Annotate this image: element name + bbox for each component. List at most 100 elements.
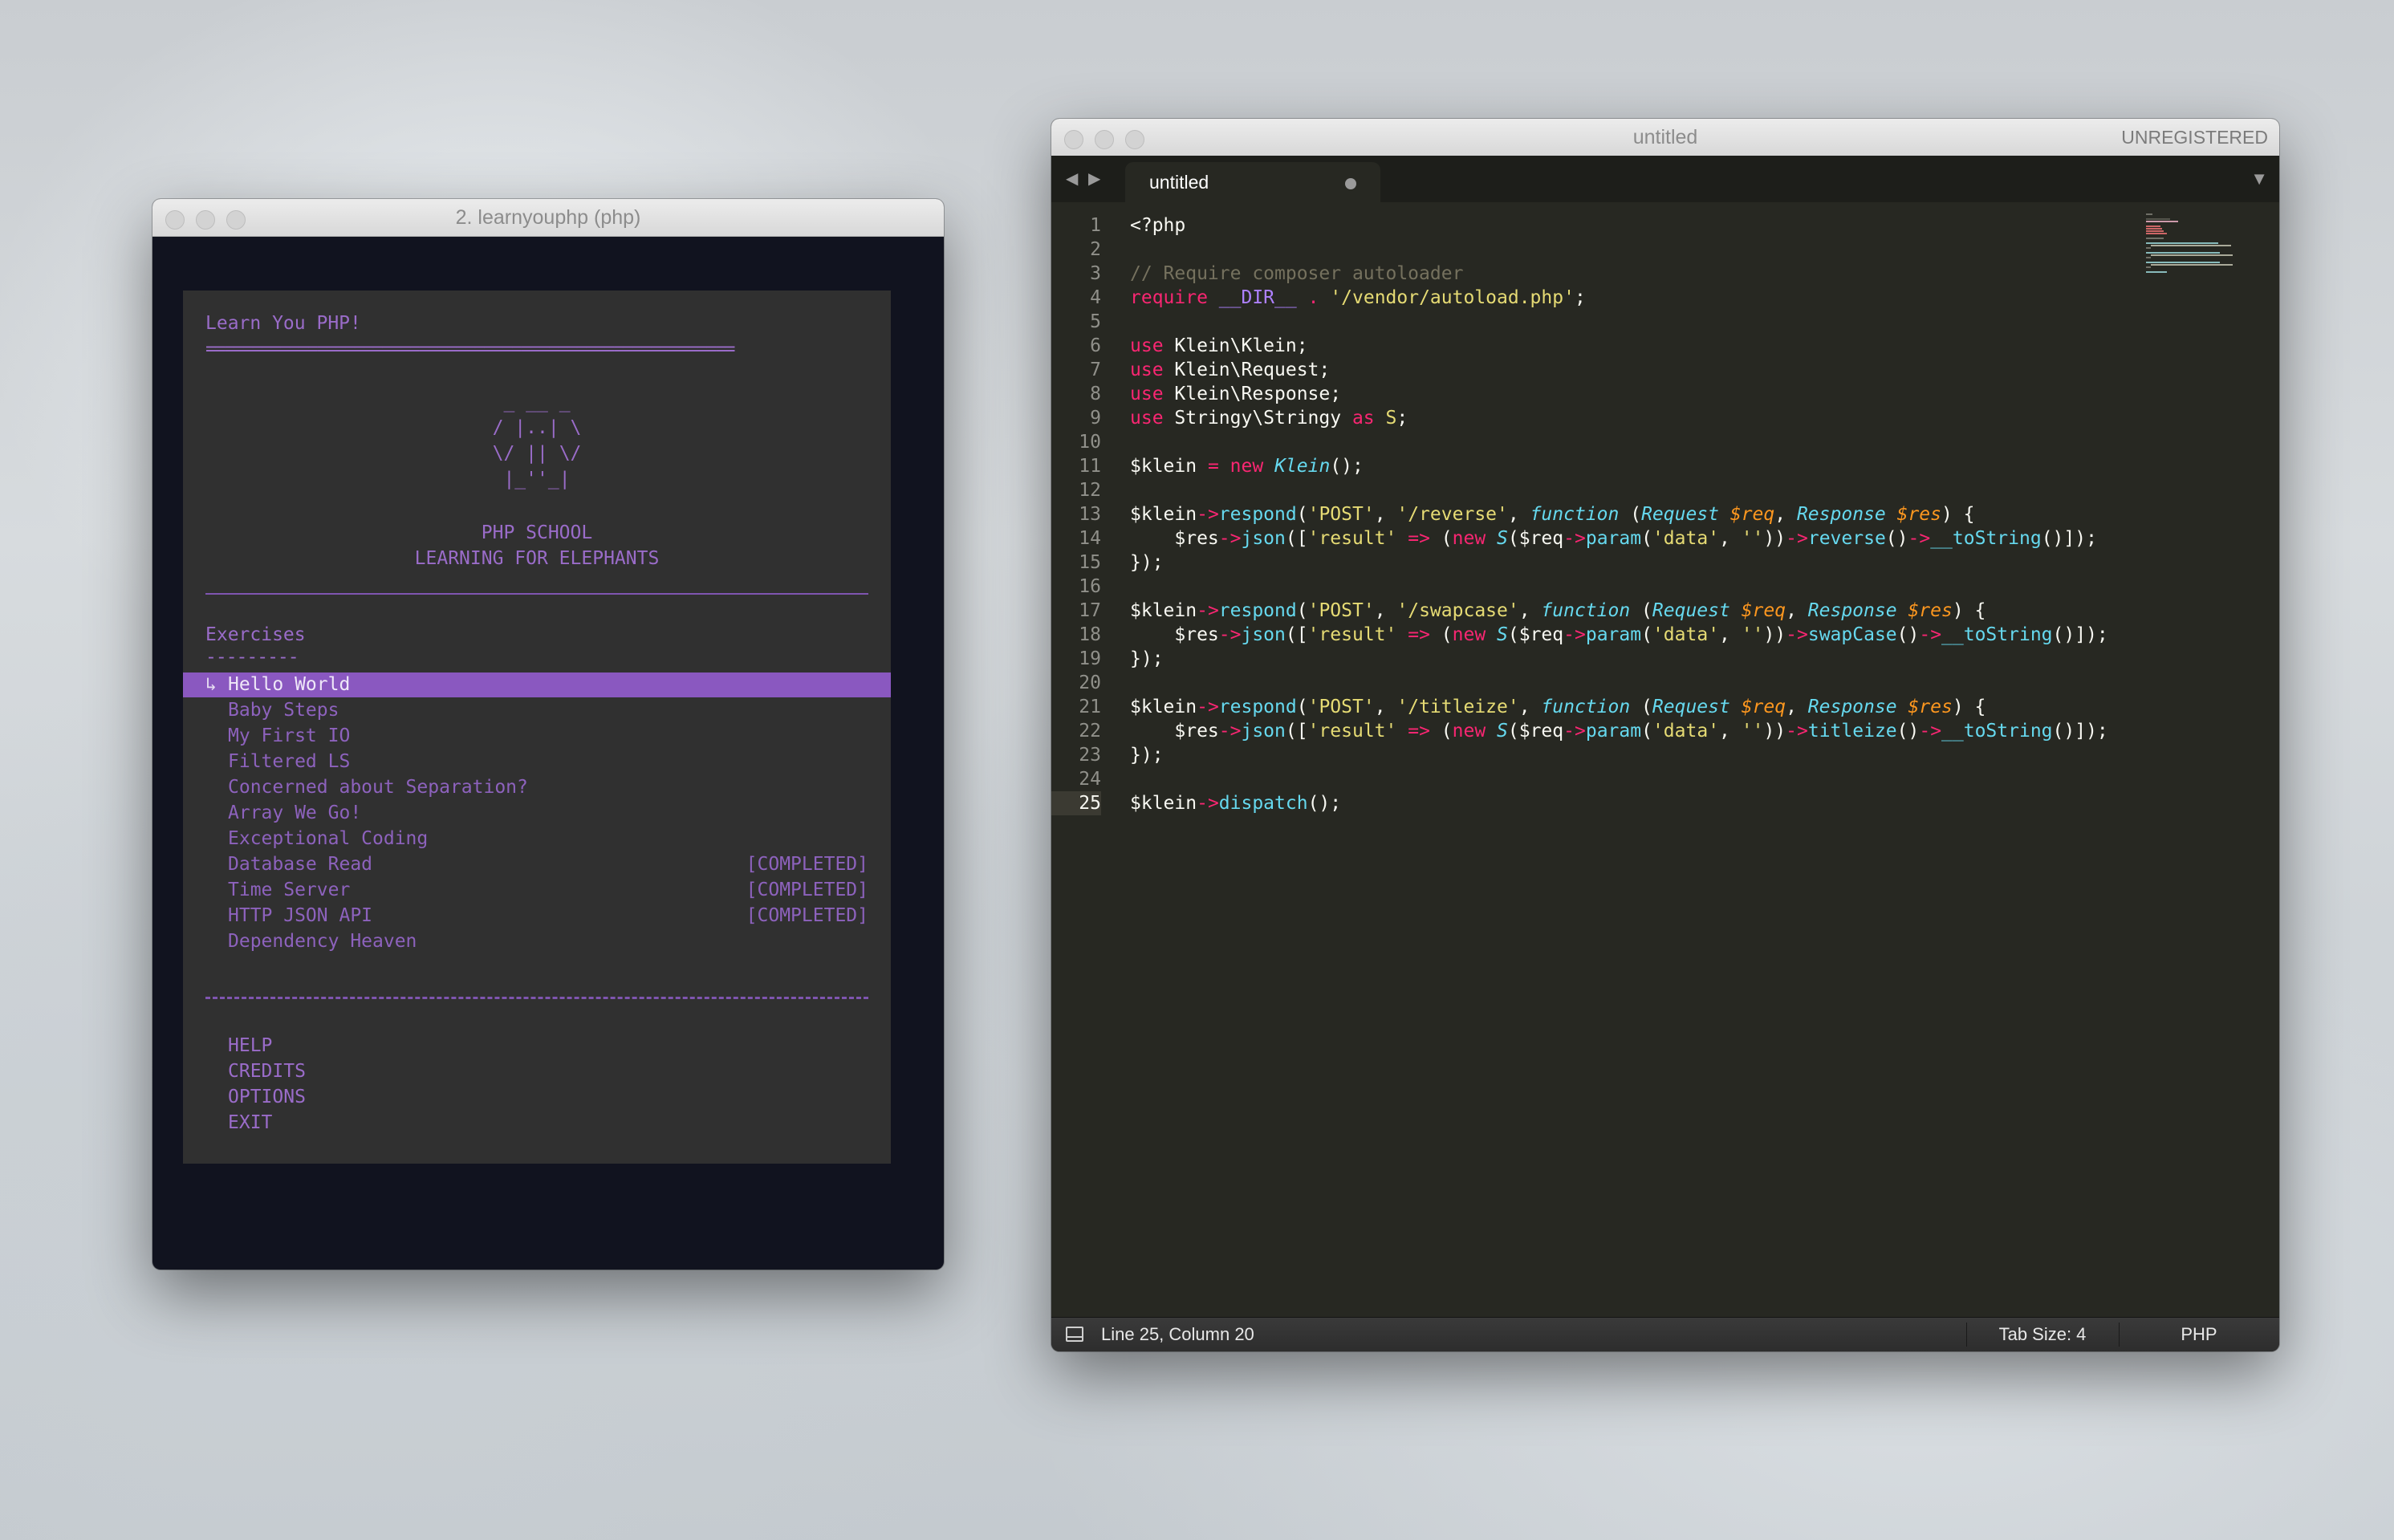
code-line[interactable]: $klein->respond('POST', '/swapcase', fun…: [1130, 599, 1986, 623]
code-token: (: [1296, 600, 1308, 621]
code-token: });: [1130, 552, 1164, 573]
code-token: ,: [1518, 600, 1542, 621]
code-line[interactable]: use Klein\Request;: [1130, 358, 1330, 382]
code-token: // Require composer autoloader: [1130, 263, 1464, 284]
tab-forward-icon[interactable]: ▶: [1088, 169, 1100, 189]
code-token: ) {: [1952, 697, 1986, 717]
status-bar: Line 25, Column 20 Tab Size: 4 PHP: [1051, 1317, 2279, 1351]
code-line[interactable]: $res->json(['result' => (new S($req->par…: [1130, 719, 2107, 743]
code-token: function: [1541, 697, 1631, 717]
code-token: Request: [1652, 697, 1730, 717]
tab-label: untitled: [1149, 172, 1209, 193]
code-token: param: [1585, 721, 1642, 742]
code-line[interactable]: });: [1130, 551, 1164, 575]
code-token: '': [1741, 624, 1764, 645]
line-number: 20: [1079, 672, 1101, 693]
code-token: '': [1741, 721, 1764, 742]
syntax-selector[interactable]: PHP: [2119, 1318, 2279, 1351]
code-token: swapCase: [1807, 624, 1897, 645]
panel-toggle-icon[interactable]: [1066, 1327, 1083, 1342]
code-token: )): [1763, 624, 1786, 645]
code-token: 'data': [1652, 624, 1720, 645]
code-token: ,: [1719, 528, 1742, 549]
exercise-item[interactable]: Filtered LS: [228, 751, 350, 772]
code-line[interactable]: <?php: [1130, 213, 1185, 238]
code-line[interactable]: use Klein\Response;: [1130, 382, 1341, 406]
code-token: function: [1530, 504, 1620, 525]
code-line[interactable]: $res->json(['result' => (new S($req->par…: [1130, 526, 2097, 551]
tab-untitled[interactable]: untitled: [1125, 162, 1380, 202]
exercise-item[interactable]: Database Read: [228, 854, 372, 875]
terminal-titlebar[interactable]: 2. learnyouphp (php): [152, 199, 944, 237]
editor-window[interactable]: untitled UNREGISTERED ◀ ▶ untitled ▼ 123…: [1051, 119, 2279, 1351]
exercise-item[interactable]: Exceptional Coding: [228, 828, 428, 849]
exercise-item[interactable]: Dependency Heaven: [228, 931, 417, 952]
code-line[interactable]: $res->json(['result' => (new S($req->par…: [1130, 623, 2107, 647]
menu-exit[interactable]: EXIT: [228, 1112, 272, 1133]
tab-size-selector[interactable]: Tab Size: 4: [1966, 1318, 2119, 1351]
code-token: ,: [1507, 504, 1530, 525]
code-token: ,: [1786, 600, 1808, 621]
code-token: use: [1130, 360, 1164, 380]
exercise-item[interactable]: Hello World: [228, 674, 350, 695]
code-token: ,: [1786, 697, 1808, 717]
exercise-item[interactable]: Concerned about Separation?: [228, 777, 528, 798]
line-number: 9: [1090, 408, 1101, 429]
minimap[interactable]: [2143, 212, 2279, 421]
code-token: function: [1541, 600, 1631, 621]
exercise-item[interactable]: My First IO: [228, 725, 350, 746]
exercise-item[interactable]: Array We Go!: [228, 803, 361, 823]
unsaved-dot-icon[interactable]: [1345, 178, 1356, 189]
code-token: (: [1296, 504, 1308, 525]
code-token: S: [1497, 721, 1508, 742]
code-line[interactable]: $klein->respond('POST', '/titleize', fun…: [1130, 695, 1986, 719]
code-token: Response: [1807, 697, 1897, 717]
code-line[interactable]: use Klein\Klein;: [1130, 334, 1308, 358]
code-line[interactable]: });: [1130, 743, 1164, 767]
code-token: ->: [1218, 528, 1242, 549]
code-token: (: [1619, 504, 1642, 525]
code-line[interactable]: $klein->dispatch();: [1130, 791, 1341, 815]
code-token: ();: [1330, 456, 1364, 477]
code-token: ,: [1374, 504, 1397, 525]
code-line[interactable]: $klein->respond('POST', '/reverse', func…: [1130, 502, 1975, 526]
code-token: ,: [1719, 721, 1742, 742]
tab-back-icon[interactable]: ◀: [1066, 169, 1078, 189]
code-line[interactable]: use Stringy\Stringy as S;: [1130, 406, 1408, 430]
editor-titlebar[interactable]: untitled UNREGISTERED: [1051, 119, 2279, 156]
code-editor[interactable]: 1 2 3 4 5 6 7 8 9 10 11 12 13 14 15 16 17 18 19 20 21 22 23 24 2…: [1051, 119, 2279, 1351]
code-token: titleize: [1807, 721, 1897, 742]
code-token: dispatch: [1218, 793, 1308, 814]
code-token: use: [1130, 408, 1164, 429]
exercise-item[interactable]: Baby Steps: [228, 700, 339, 721]
code-token: (: [1641, 721, 1652, 742]
menu-credits[interactable]: CREDITS: [228, 1061, 306, 1082]
code-line[interactable]: });: [1130, 647, 1164, 671]
code-token: 'POST': [1307, 600, 1375, 621]
terminal-window[interactable]: 2. learnyouphp (php) Learn You PHP! ====…: [152, 199, 944, 1270]
learnyouphp-menu: Learn You PHP! =========================…: [183, 291, 891, 1164]
code-token: =>: [1408, 721, 1430, 742]
code-token: $klein: [1130, 504, 1197, 525]
code-line[interactable]: require __DIR__ . '/vendor/autoload.php'…: [1130, 286, 1586, 310]
code-line[interactable]: $klein = new Klein();: [1130, 454, 1364, 478]
exercise-item[interactable]: HTTP JSON API: [228, 905, 372, 926]
menu-help[interactable]: HELP: [228, 1035, 272, 1056]
tab-list-dropdown-icon[interactable]: ▼: [2250, 169, 2268, 189]
code-token: Stringy\Stringy: [1163, 408, 1352, 429]
exercise-item[interactable]: Time Server: [228, 880, 350, 900]
code-line[interactable]: // Require composer autoloader: [1130, 262, 1463, 286]
code-token: __toString: [1941, 624, 2053, 645]
code-token: Klein\Request;: [1163, 360, 1331, 380]
code-token: S: [1385, 408, 1397, 429]
code-token: ($req: [1507, 721, 1564, 742]
code-token: 'result': [1307, 721, 1397, 742]
code-token: '/swapcase': [1396, 600, 1519, 621]
menu-options[interactable]: OPTIONS: [228, 1087, 306, 1107]
exercise-status: [COMPLETED]: [746, 905, 868, 926]
